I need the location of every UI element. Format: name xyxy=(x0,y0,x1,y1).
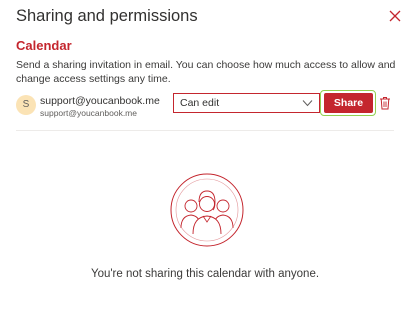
chevron-down-icon xyxy=(302,100,313,107)
divider xyxy=(16,130,394,131)
calendar-name: Calendar xyxy=(16,38,72,53)
empty-state-message: You're not sharing this calendar with an… xyxy=(90,268,320,280)
avatar: S xyxy=(16,95,36,115)
people-group-icon xyxy=(170,173,244,247)
invitee-email: support@youcanbook.me xyxy=(40,95,160,107)
permission-dropdown[interactable]: Can edit xyxy=(173,93,320,113)
permission-value: Can edit xyxy=(180,97,220,109)
sharing-dialog: Sharing and permissions Calendar Send a … xyxy=(0,0,410,335)
close-icon[interactable] xyxy=(388,9,402,23)
dialog-title: Sharing and permissions xyxy=(16,7,198,25)
share-button[interactable]: Share xyxy=(324,93,373,113)
sharing-description: Send a sharing invitation in email. You … xyxy=(16,59,396,85)
invitee-email-secondary: support@youcanbook.me xyxy=(40,108,137,118)
trash-icon[interactable] xyxy=(379,96,391,110)
